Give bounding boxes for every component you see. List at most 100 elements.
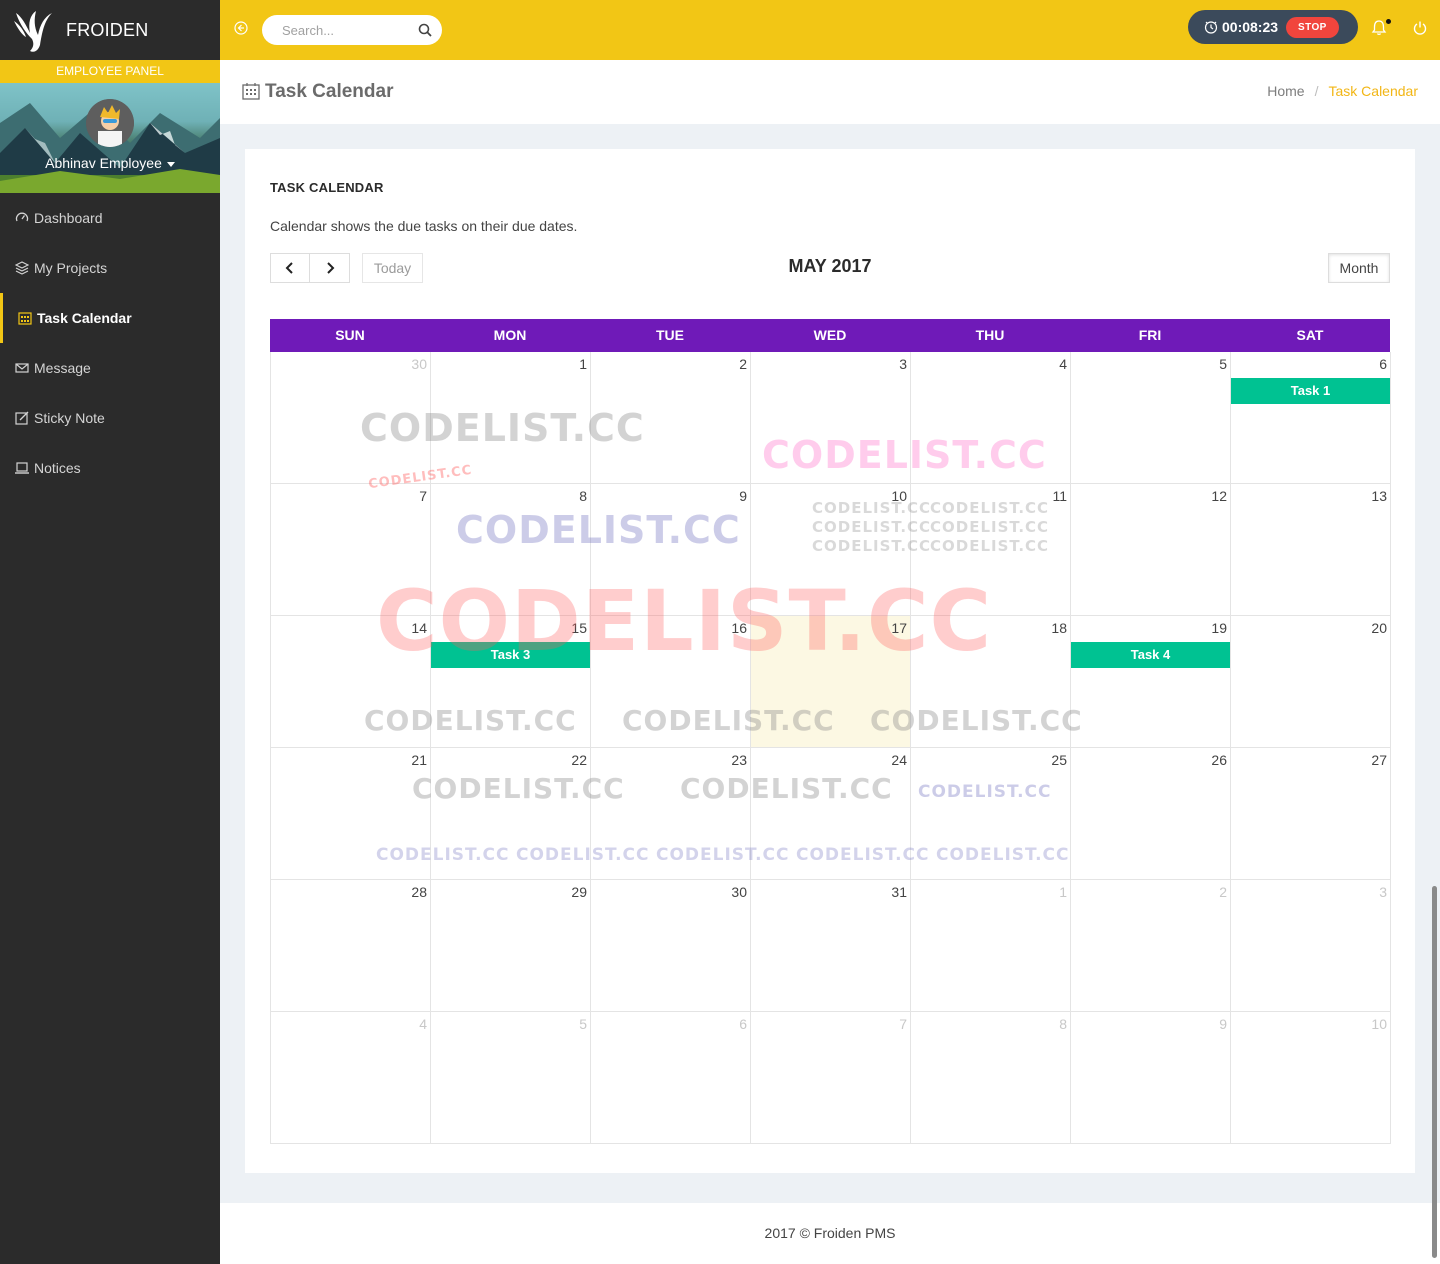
clock-icon — [1204, 21, 1218, 34]
day-cell[interactable]: 3 — [1231, 880, 1391, 1012]
weekday-label: SUN — [335, 327, 365, 343]
day-number: 5 — [579, 1016, 587, 1032]
day-cell[interactable]: 12 — [1071, 484, 1231, 616]
day-cell[interactable]: 19 Task 4 — [1071, 616, 1231, 748]
notification-dot — [1386, 19, 1391, 24]
day-cell[interactable]: 28 — [271, 880, 431, 1012]
page-scrollbar[interactable] — [1432, 886, 1437, 1258]
day-cell[interactable]: 16 — [591, 616, 751, 748]
brand[interactable]: FROIDEN — [0, 0, 220, 60]
panel-label: EMPLOYEE PANEL — [0, 60, 220, 83]
day-cell[interactable]: 23 — [591, 748, 751, 880]
day-cell[interactable]: 27 — [1231, 748, 1391, 880]
day-cell[interactable]: 25 — [911, 748, 1071, 880]
day-number: 9 — [739, 488, 747, 504]
day-cell[interactable]: 10 — [751, 484, 911, 616]
day-number: 8 — [579, 488, 587, 504]
day-number: 9 — [1219, 1016, 1227, 1032]
day-number: 31 — [891, 884, 907, 900]
day-number: 20 — [1371, 620, 1387, 636]
sidebar-item-task-calendar[interactable]: Task Calendar — [0, 293, 220, 343]
day-cell[interactable]: 5 — [1071, 352, 1231, 484]
back-circle-icon[interactable] — [234, 21, 248, 35]
day-cell[interactable]: 31 — [751, 880, 911, 1012]
day-number: 6 — [739, 1016, 747, 1032]
day-number: 3 — [1379, 884, 1387, 900]
day-cell[interactable]: 11 — [911, 484, 1071, 616]
day-cell[interactable]: 30 — [591, 880, 751, 1012]
day-number: 18 — [1051, 620, 1067, 636]
bird-logo-icon — [14, 11, 52, 52]
sidebar: FROIDEN EMPLOYEE PANEL Abhinav Employee … — [0, 0, 220, 1264]
day-cell[interactable]: 1 — [431, 352, 591, 484]
power-icon[interactable] — [1412, 20, 1428, 36]
calendar-event[interactable]: Task 1 — [1231, 378, 1390, 404]
avatar[interactable] — [86, 99, 134, 147]
brand-name: FROIDEN — [66, 19, 149, 40]
day-cell[interactable]: 24 — [751, 748, 911, 880]
layers-icon — [14, 261, 29, 276]
search-icon[interactable] — [418, 23, 432, 37]
topbar: 00:08:23 STOP — [220, 0, 1440, 60]
calendar-event[interactable]: Task 3 — [431, 642, 590, 668]
day-cell[interactable]: 20 — [1231, 616, 1391, 748]
breadcrumb-home[interactable]: Home — [1267, 83, 1304, 99]
day-cell[interactable]: 8 — [431, 484, 591, 616]
stop-timer-button[interactable]: STOP — [1286, 16, 1339, 38]
sidebar-item-notices[interactable]: Notices — [0, 443, 220, 493]
day-cell[interactable]: 5 — [431, 1012, 591, 1144]
page-title-bar: Task Calendar Home / Task Calendar — [220, 60, 1440, 124]
day-number: 24 — [891, 752, 907, 768]
month-view-button[interactable]: Month — [1328, 253, 1390, 283]
sidebar-item-sticky-note[interactable]: Sticky Note — [0, 393, 220, 443]
search-input[interactable] — [262, 15, 402, 45]
sidebar-item-message[interactable]: Message — [0, 343, 220, 393]
day-cell[interactable]: 1 — [911, 880, 1071, 1012]
sidebar-item-label: My Projects — [34, 260, 108, 276]
calendar-icon — [242, 83, 260, 100]
day-number: 12 — [1211, 488, 1227, 504]
weekday-label: WED — [813, 327, 847, 343]
day-cell[interactable]: 22 — [431, 748, 591, 880]
day-cell[interactable]: 7 — [271, 484, 431, 616]
sidebar-item-dashboard[interactable]: Dashboard — [0, 193, 220, 243]
dashboard-icon — [14, 211, 29, 226]
day-cell[interactable]: 8 — [911, 1012, 1071, 1144]
day-cell[interactable]: 3 — [751, 352, 911, 484]
day-number: 22 — [571, 752, 587, 768]
day-cell[interactable]: 13 — [1231, 484, 1391, 616]
day-cell[interactable]: 18 — [911, 616, 1071, 748]
day-cell[interactable]: 14 — [271, 616, 431, 748]
day-cell[interactable]: 30 — [271, 352, 431, 484]
day-cell[interactable]: 4 — [911, 352, 1071, 484]
day-number: 7 — [899, 1016, 907, 1032]
breadcrumb-current: Task Calendar — [1328, 83, 1419, 99]
day-cell[interactable]: 29 — [431, 880, 591, 1012]
calendar-event[interactable]: Task 4 — [1071, 642, 1230, 668]
weekday-label: THU — [975, 327, 1005, 343]
day-cell[interactable]: 6 — [591, 1012, 751, 1144]
day-cell[interactable]: 7 — [751, 1012, 911, 1144]
weekday-label: SAT — [1296, 327, 1324, 343]
day-cell[interactable]: 9 — [591, 484, 751, 616]
day-number: 7 — [419, 488, 427, 504]
day-number: 29 — [571, 884, 587, 900]
sidebar-item-label: Task Calendar — [37, 310, 132, 326]
profile: Abhinav Employee — [0, 83, 220, 193]
day-cell[interactable]: 2 — [591, 352, 751, 484]
day-number: 4 — [1059, 356, 1067, 372]
profile-name-toggle[interactable]: Abhinav Employee — [0, 155, 220, 171]
calendar-grid: SUN MON TUE WED THU FRI SAT 30 1 2 3 4 5 6 Task 17891… — [270, 319, 1391, 1144]
day-cell[interactable]: 6 Task 1 — [1231, 352, 1391, 484]
day-cell[interactable]: 2 — [1071, 880, 1231, 1012]
day-cell[interactable]: 4 — [271, 1012, 431, 1144]
day-cell[interactable]: 10 — [1231, 1012, 1391, 1144]
day-cell[interactable]: 17 — [751, 616, 911, 748]
day-cell[interactable]: 15 Task 3 — [431, 616, 591, 748]
calendar-title: MAY 2017 — [788, 256, 872, 276]
day-cell[interactable]: 21 — [271, 748, 431, 880]
day-cell[interactable]: 26 — [1071, 748, 1231, 880]
sidebar-item-my-projects[interactable]: My Projects — [0, 243, 220, 293]
day-number: 17 — [891, 620, 907, 636]
day-cell[interactable]: 9 — [1071, 1012, 1231, 1144]
